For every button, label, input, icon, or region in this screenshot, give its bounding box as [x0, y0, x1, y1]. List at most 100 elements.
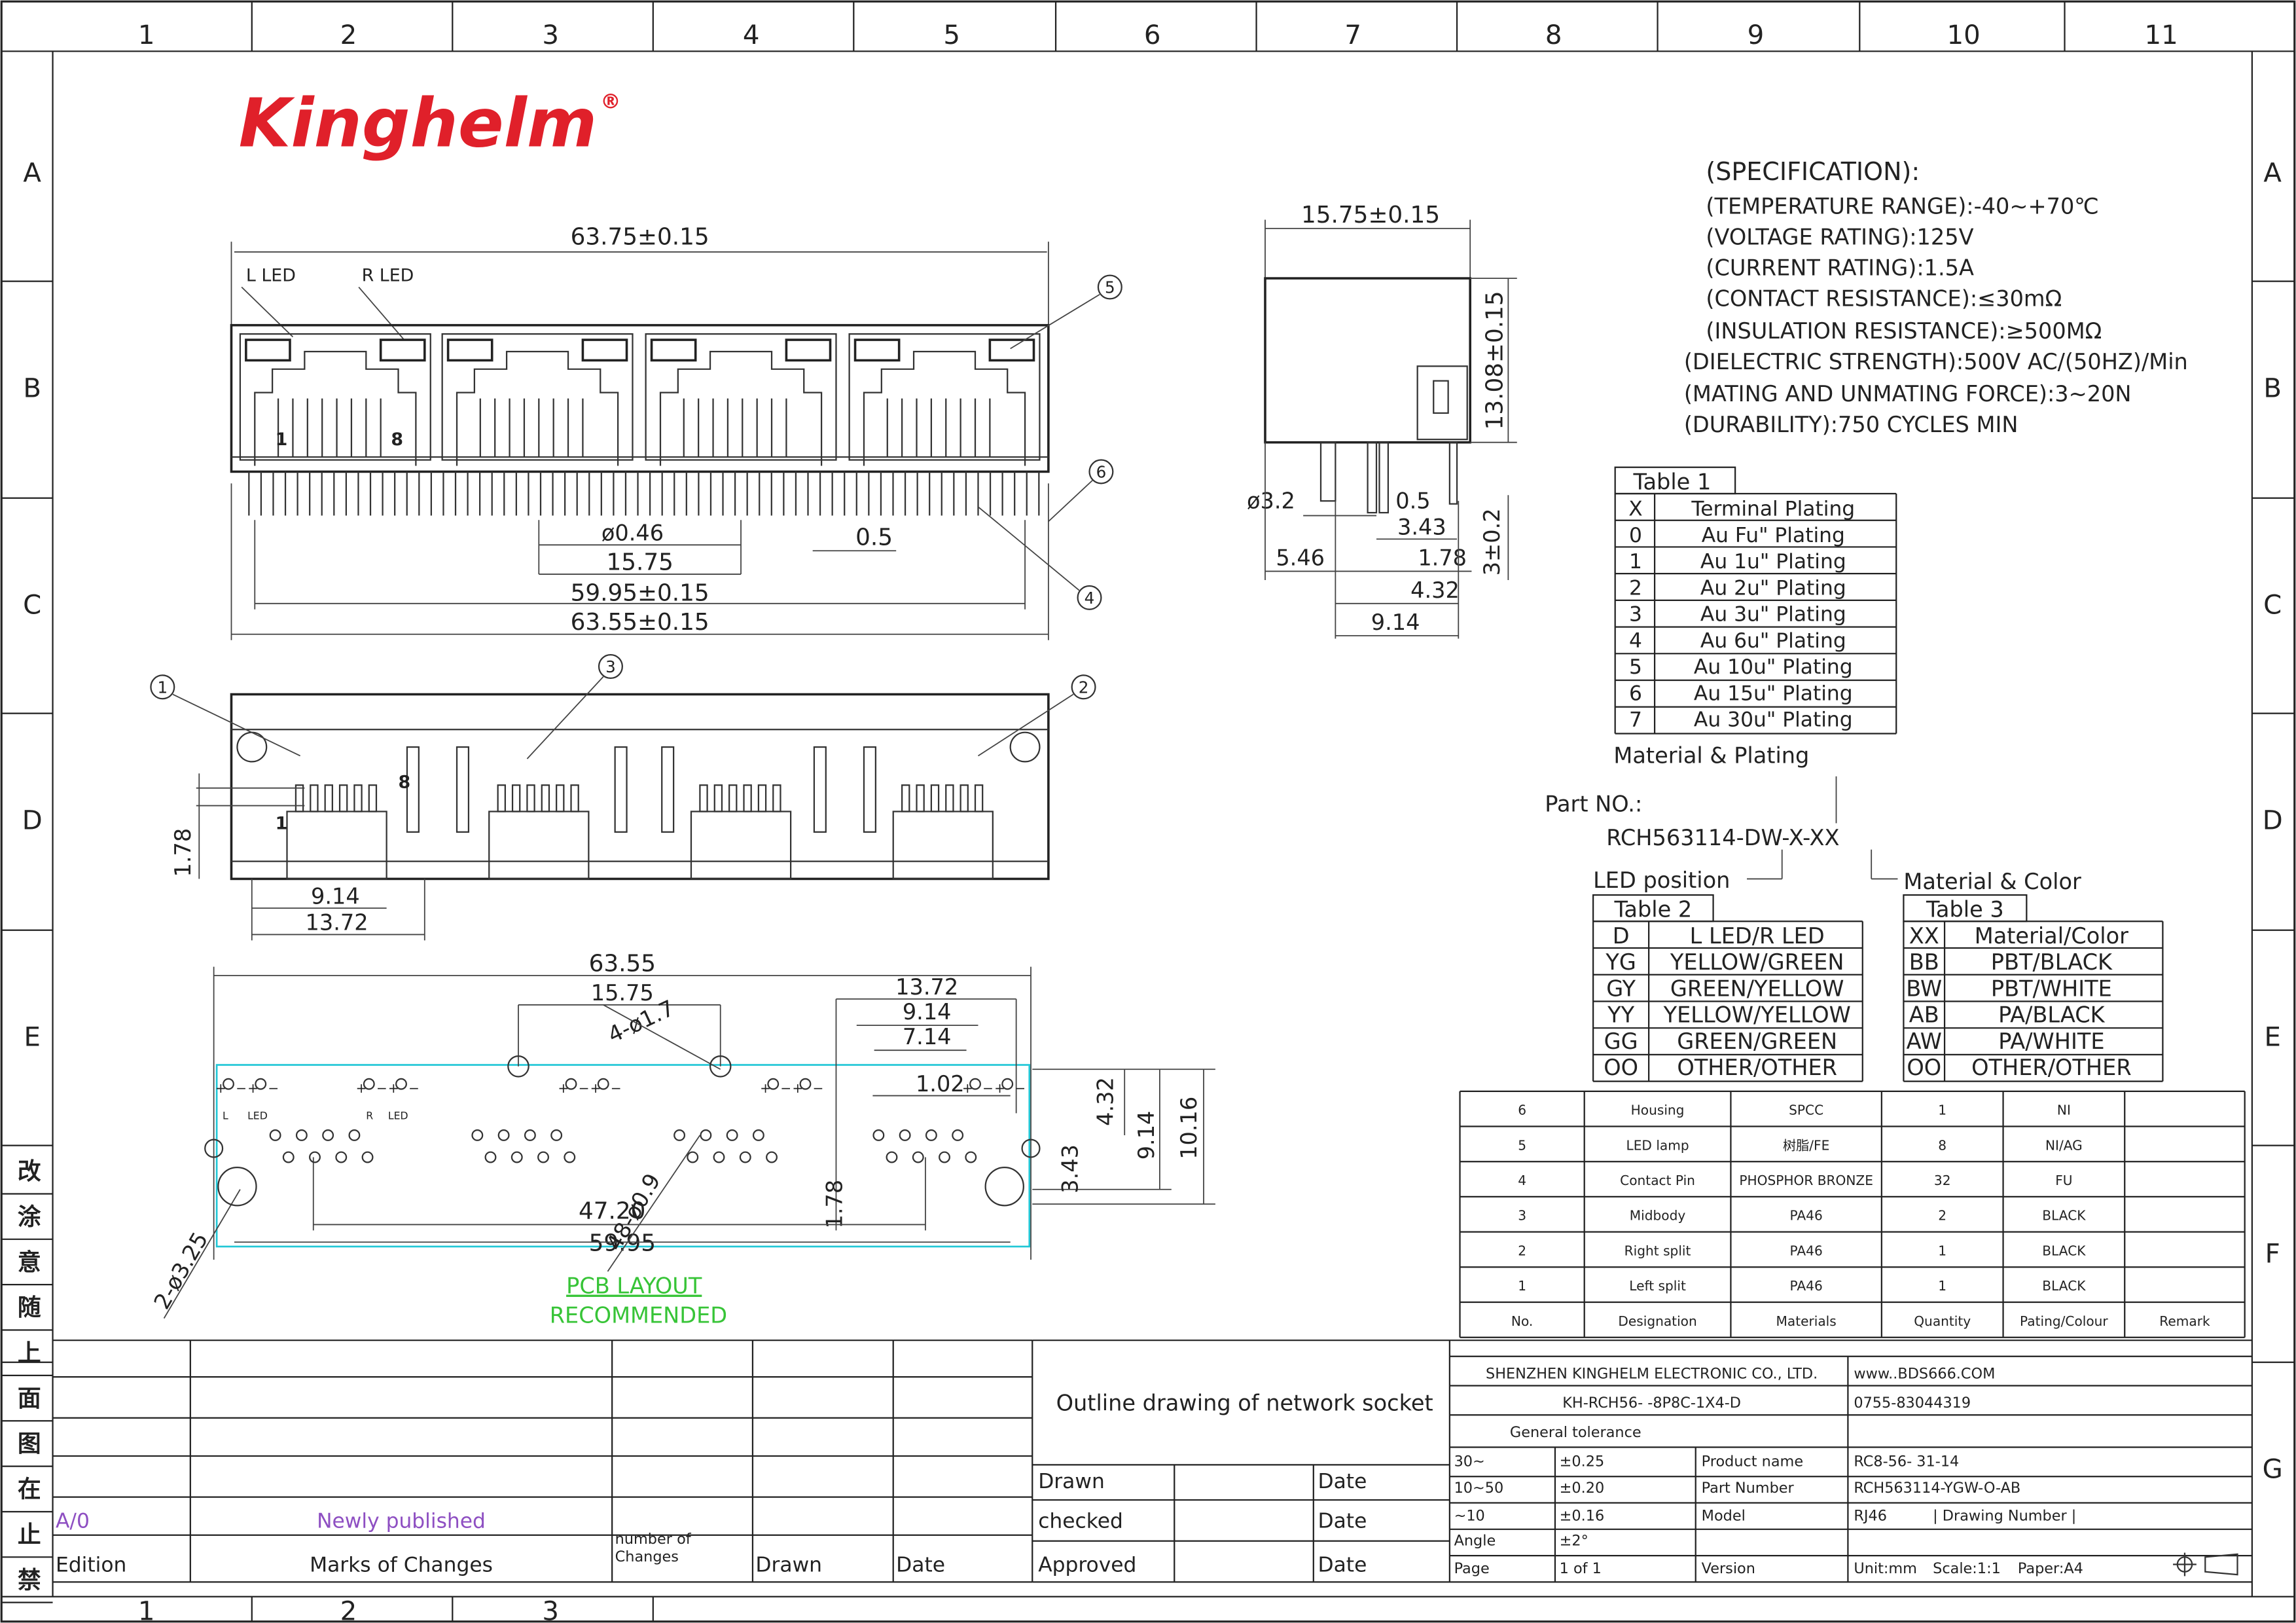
table1-cell: 0	[1629, 524, 1642, 547]
table2-cell: YELLOW/YELLOW	[1663, 1002, 1851, 1028]
edition-label: Edition	[56, 1554, 126, 1577]
bom-cell: FU	[2055, 1173, 2072, 1188]
bom-cell: PA46	[1790, 1243, 1823, 1258]
bom-cell: Contact Pin	[1620, 1173, 1695, 1188]
drawing-number: | Drawing Number |	[1933, 1507, 2076, 1524]
pcb-minus-sign: −	[982, 1080, 994, 1096]
pcb-plus-sign: +	[356, 1080, 367, 1096]
bom-cell: 4	[1518, 1173, 1526, 1188]
tol-range: 30~	[1454, 1453, 1485, 1470]
table1-cell: Au Fu" Plating	[1702, 524, 1845, 547]
l-led-label: L LED	[246, 266, 296, 286]
table2-cell: OO	[1604, 1055, 1638, 1080]
table3-cell: BW	[1906, 976, 1942, 1001]
pcb-r-label: R	[366, 1109, 373, 1122]
side-notice-char: 止	[18, 1522, 41, 1548]
table2-header-d: D	[1613, 923, 1630, 949]
row-label: C	[2263, 590, 2282, 620]
side-9-14: 9.14	[1371, 610, 1420, 635]
table2-title: Table 2	[1613, 897, 1692, 922]
date-label-3: Date	[1318, 1554, 1367, 1577]
pcb-subtitle: RECOMMENDED	[550, 1302, 727, 1328]
pcb-minus-sign: −	[236, 1080, 247, 1096]
pin-diameter: ø0.46	[601, 520, 664, 546]
bottom-width: 63.55±0.15	[571, 609, 709, 636]
bottom-1-78: 1.78	[170, 828, 196, 877]
callout-2-num: 2	[1079, 678, 1089, 697]
column-label: 4	[743, 20, 760, 50]
pcb-minus-sign: −	[813, 1080, 824, 1096]
table3-cell: AW	[1907, 1029, 1942, 1054]
row-label: B	[2263, 373, 2282, 403]
pcb-4-32: 4.32	[1092, 1077, 1118, 1126]
side-1-78: 1.78	[1418, 545, 1467, 571]
pcb-plus-sign: +	[962, 1080, 973, 1096]
spec-line: (DURABILITY):750 CYCLES MIN	[1684, 412, 2018, 437]
tol-range: ~10	[1454, 1507, 1485, 1524]
pcb-1-02: 1.02	[916, 1071, 965, 1097]
drawing-sheet: 1 2 3 4 5 6 7 8 9 10 111 2 3 A AB BC CD DE EFG 改涂意随上面图在止禁…	[0, 0, 2296, 1623]
bom-cell: 8	[1938, 1137, 1946, 1153]
callout-5-num: 5	[1105, 278, 1115, 297]
table1-cell: 6	[1629, 682, 1642, 705]
callout-4-num: 4	[1085, 589, 1095, 608]
bom-header-cell: Remark	[2159, 1313, 2210, 1329]
checked-label: checked	[1038, 1510, 1123, 1533]
bom-cell: Left split	[1629, 1278, 1686, 1294]
table3-cell: PA/WHITE	[1998, 1029, 2104, 1054]
bom-cell: 2	[1518, 1243, 1526, 1258]
table2-cell: GY	[1606, 976, 1636, 1001]
bom-cell: 1	[1938, 1103, 1946, 1118]
pcb-r-led-label: LED	[388, 1109, 408, 1122]
table2-cell: YELLOW/GREEN	[1670, 949, 1844, 975]
marks-label: Marks of Changes	[310, 1554, 493, 1577]
bom-header-cell: No.	[1511, 1313, 1533, 1329]
table3-cell: PBT/BLACK	[1991, 949, 2113, 975]
column-label: 1	[138, 20, 155, 50]
table1-cell: Au 15u" Plating	[1694, 682, 1853, 705]
pin-span: 59.95±0.15	[571, 579, 709, 606]
logo-text: Kinghelm	[239, 84, 597, 163]
column-label: 8	[1545, 20, 1562, 50]
port-pitch-15-75: 15.75	[606, 549, 673, 575]
spec-line: (CURRENT RATING):1.5A	[1706, 255, 1974, 281]
callout-1-num: 1	[157, 678, 168, 697]
table1-cell: 5	[1629, 655, 1642, 679]
side-width: 15.75±0.15	[1301, 202, 1440, 228]
pcb-plus-sign: +	[388, 1080, 399, 1096]
side-4-32: 4.32	[1410, 577, 1460, 603]
pcb-1-78: 1.78	[821, 1180, 847, 1229]
pcb-13-72: 13.72	[895, 974, 958, 1000]
edition-value: A/0	[56, 1510, 90, 1533]
r-led-label: R LED	[362, 266, 414, 286]
part-number: RCH563114-YGW-O-AB	[1854, 1480, 2020, 1497]
row-label: D	[2263, 805, 2283, 835]
pcb-plus-sign: +	[247, 1080, 259, 1096]
bom-cell: PHOSPHOR BRONZE	[1739, 1173, 1873, 1188]
table1-cell: 2	[1629, 576, 1642, 600]
model-value: RJ46	[1854, 1507, 1887, 1524]
kinghelm-logo: Kinghelm ®	[239, 84, 621, 163]
side-notice-char: 上	[18, 1340, 41, 1367]
company-name: SHENZHEN KINGHELM ELECTRONIC CO., LTD.	[1486, 1365, 1818, 1382]
website: www..BDS666.COM	[1854, 1365, 1995, 1382]
table2-cell: YG	[1605, 949, 1636, 975]
rev-date-label: Date	[896, 1554, 945, 1577]
pcb-3-43: 3.43	[1058, 1144, 1083, 1194]
column-label: 2	[340, 20, 357, 50]
spec-line: (TEMPERATURE RANGE):-40~+70℃	[1706, 194, 2099, 219]
table1-cell: 1	[1629, 550, 1642, 574]
bom-cell: Housing	[1631, 1103, 1685, 1118]
bom-cell: NI	[2057, 1103, 2071, 1118]
column-label: 6	[1144, 20, 1161, 50]
table1-cell: Au 6u" Plating	[1700, 629, 1846, 653]
front-overall-width: 63.75±0.15	[571, 224, 709, 251]
spec-line: (INSULATION RESISTANCE):≥500MΩ	[1706, 318, 2102, 344]
table3-cell: PBT/WHITE	[1991, 976, 2112, 1001]
row-label: F	[2265, 1239, 2280, 1269]
drawn-label: Drawn	[1038, 1470, 1105, 1493]
column-label-bottom: 2	[340, 1597, 357, 1623]
spec-line: (VOLTAGE RATING):125V	[1706, 225, 1973, 250]
side-3-43: 3.43	[1397, 515, 1446, 540]
bom-cell: 32	[1934, 1173, 1951, 1188]
